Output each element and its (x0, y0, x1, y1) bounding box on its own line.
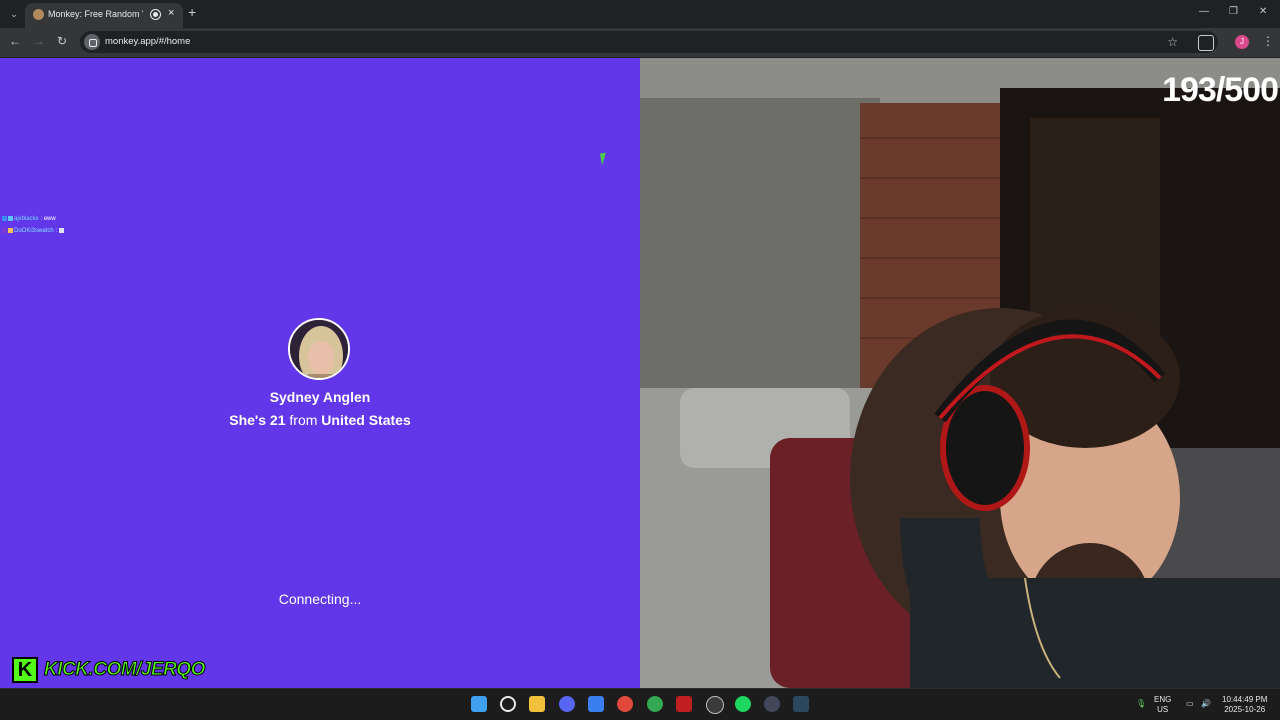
badge-icon (2, 216, 7, 221)
steam-icon[interactable] (793, 696, 809, 712)
controller-icon[interactable] (764, 696, 780, 712)
restore-icon[interactable]: ❐ (1229, 6, 1238, 17)
site-info-icon[interactable] (84, 34, 100, 50)
discord-icon[interactable] (559, 696, 575, 712)
clock-date: 2025-10-26 (1224, 705, 1266, 714)
extensions-icon[interactable] (1198, 35, 1214, 51)
close-window-icon[interactable]: ✕ (1259, 6, 1267, 17)
browser-menu-icon[interactable]: ⋮ (1262, 34, 1274, 48)
file-explorer-icon[interactable] (529, 696, 545, 712)
webcam-feed (640, 58, 1280, 688)
match-avatar (288, 318, 350, 380)
microphone-icon[interactable]: 🎙 (1136, 699, 1146, 709)
chrome-active-icon[interactable] (647, 696, 663, 712)
display-icon[interactable]: ▭ (1186, 699, 1194, 709)
recording-icon (150, 9, 161, 20)
goal-counter: 193/500 (1162, 71, 1279, 109)
chat-line: ajxblackx : eww (2, 216, 56, 222)
match-country: United States (321, 412, 411, 428)
chat-line: DoOKi3swatch : (2, 228, 65, 234)
back-icon[interactable]: ← (9, 34, 21, 48)
address-bar[interactable]: monkey.app/#/home ☆ (80, 31, 1218, 53)
close-tab-icon[interactable]: × (168, 7, 174, 19)
badge-icon (8, 216, 13, 221)
bookmark-star-icon[interactable]: ☆ (1167, 35, 1178, 49)
clock[interactable]: 10:44:49 PM 2025-10-26 (1222, 695, 1267, 715)
match-info: She's 21 from United States (0, 412, 640, 428)
badge-icon (8, 228, 13, 233)
obs-icon[interactable] (706, 696, 724, 714)
chat-message: : eww (38, 216, 56, 223)
info-prefix: She's (229, 412, 267, 428)
profile-avatar[interactable]: J (1235, 35, 1249, 49)
info-mid: from (289, 412, 318, 428)
volume-icon[interactable]: 🔊 (1201, 699, 1211, 709)
tab-strip: ⌄ Monkey: Free Random Vide × + — ❐ ✕ (0, 0, 1280, 28)
reload-icon[interactable]: ↻ (57, 34, 67, 48)
match-name: Sydney Anglen (269, 389, 371, 405)
windows-taskbar: 🎙 ENG US ▭ 🔊 10:44:49 PM 2025-10-26 (0, 688, 1280, 720)
forward-icon[interactable]: → (33, 34, 45, 48)
kick-logo-icon: K (12, 657, 38, 683)
language-indicator[interactable]: ENG US (1154, 695, 1171, 715)
badge-icon (2, 228, 7, 233)
chat-username: ajxblackx (14, 216, 39, 223)
start-icon[interactable] (471, 696, 487, 712)
monkey-favicon-icon (33, 9, 44, 20)
tab-search-icon[interactable]: ⌄ (6, 6, 22, 22)
new-tab-button[interactable]: + (188, 4, 196, 20)
match-age: 21 (269, 412, 286, 428)
lang-top: ENG (1154, 695, 1172, 704)
search-icon[interactable] (500, 696, 516, 712)
spotify-icon[interactable] (735, 696, 751, 712)
url-text: monkey.app/#/home (105, 36, 191, 47)
chat-username: DoOKi3swatch (14, 228, 54, 235)
kick-channel-url: KICK.COM/JERQO (44, 659, 206, 681)
tab-monkey[interactable]: Monkey: Free Random Vide × (25, 3, 183, 28)
browser-toolbar: ← → ↻ monkey.app/#/home ☆ (0, 28, 1280, 57)
vpn-icon[interactable] (588, 696, 604, 712)
minimize-icon[interactable]: — (1199, 6, 1209, 17)
tab-title: Monkey: Free Random Vide (48, 9, 143, 19)
clock-time: 10:44:49 PM (1222, 695, 1268, 704)
chrome-icon[interactable] (617, 696, 633, 712)
emote-icon (58, 228, 64, 233)
voicemeeter-icon[interactable] (676, 696, 692, 712)
lang-bottom: US (1157, 705, 1169, 714)
webcam-image (640, 58, 1280, 688)
connection-status: Connecting... (278, 591, 362, 607)
